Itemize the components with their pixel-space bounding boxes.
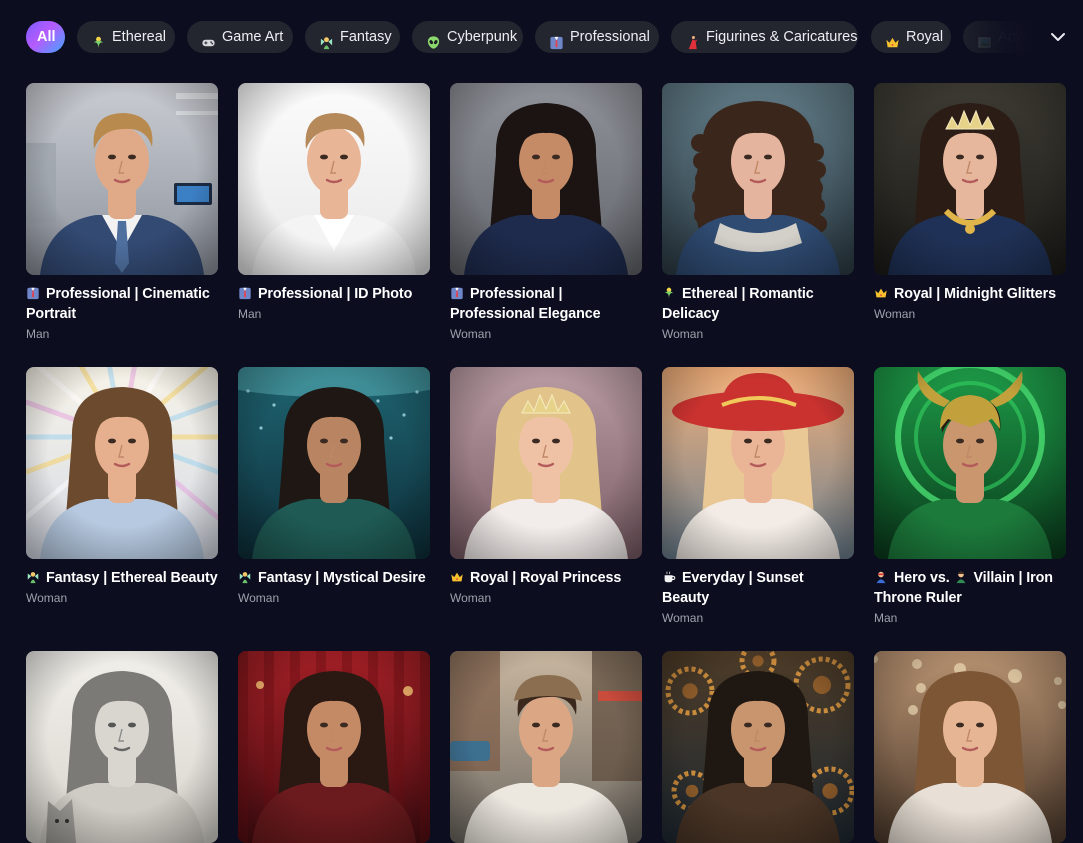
style-card-title[interactable]: Ethereal | Romantic Delicacy — [662, 284, 854, 324]
style-card-subtitle: Man — [26, 327, 50, 341]
fairy-icon — [319, 30, 334, 49]
style-card[interactable]: Fantasy | Ethereal Beauty Woman — [26, 367, 218, 605]
style-thumbnail[interactable] — [450, 651, 642, 843]
style-card[interactable]: Professional | Cinematic Portrait Man — [26, 83, 218, 341]
style-card-title-text: Everyday | Sunset Beauty — [662, 570, 804, 606]
style-card-title[interactable]: Fantasy | Mystical Desire — [238, 568, 430, 588]
style-card[interactable]: Professional | Professional Elegance Woma… — [450, 83, 642, 341]
style-card-subtitle: Woman — [662, 611, 704, 625]
style-thumbnail[interactable] — [662, 651, 854, 843]
style-card[interactable] — [662, 651, 854, 843]
style-thumbnail[interactable] — [26, 651, 218, 843]
villain-icon — [954, 570, 968, 584]
style-card[interactable]: Royal | Midnight Glitters Woman — [874, 83, 1066, 321]
ethereal-icon — [91, 30, 106, 49]
style-card-title-text: Professional | Cinematic Portrait — [26, 286, 210, 322]
style-card[interactable]: Professional | ID Photo Man — [238, 83, 430, 321]
style-card-title-text: Professional | Professional Elegance — [450, 286, 601, 322]
filter-chip-label: Professional — [570, 29, 650, 45]
style-card[interactable]: Fantasy | Mystical Desire Woman — [238, 367, 430, 605]
style-card-title[interactable]: Professional | Cinematic Portrait — [26, 284, 218, 324]
category-filter-bar: All Ethereal Game Art Fantasy Cyberpunk Profe… — [26, 21, 1076, 53]
dancer-icon — [685, 30, 700, 49]
title-part-hero: Hero vs. — [894, 570, 954, 586]
style-card-title[interactable]: Hero vs. Villain | Iron Throne Ruler — [874, 568, 1066, 608]
filter-chip-label: Figurines & Caricatures — [706, 29, 858, 45]
filter-chip-all[interactable]: All — [26, 21, 65, 53]
style-card-title[interactable]: Royal | Royal Princess — [450, 568, 642, 588]
style-thumbnail[interactable] — [874, 367, 1066, 559]
style-card[interactable] — [874, 651, 1066, 843]
style-card-title[interactable]: Professional | ID Photo — [238, 284, 430, 304]
style-thumbnail[interactable] — [238, 83, 430, 275]
crown-icon — [450, 570, 464, 584]
filter-chip-label: Royal — [906, 29, 944, 45]
style-card-title-text: Ethereal | Romantic Delicacy — [662, 286, 814, 322]
crown-icon — [885, 30, 900, 47]
style-card-subtitle: Man — [238, 307, 262, 321]
filter-chip-label: Cyberpunk — [447, 29, 518, 45]
filter-chip-professional[interactable]: Professional — [535, 21, 659, 53]
style-card-subtitle: Woman — [450, 591, 492, 605]
gamepad-icon — [201, 30, 216, 46]
style-card-subtitle: Man — [874, 611, 898, 625]
hero-icon — [874, 570, 888, 584]
style-card[interactable]: Royal | Royal Princess Woman — [450, 367, 642, 605]
filter-chip-royal[interactable]: Royal — [871, 21, 951, 53]
coffee-icon — [662, 570, 676, 584]
filter-chip-label: Fantasy — [340, 29, 392, 45]
style-thumbnail[interactable] — [238, 367, 430, 559]
suit-icon — [450, 286, 464, 300]
crown-icon — [874, 286, 888, 300]
style-thumbnail[interactable] — [238, 651, 430, 843]
filter-chip-game-art[interactable]: Game Art — [187, 21, 293, 53]
style-card[interactable] — [238, 651, 430, 843]
style-thumbnail[interactable] — [450, 367, 642, 559]
style-card[interactable] — [450, 651, 642, 843]
filter-chip-label: Ethereal — [112, 29, 167, 45]
style-card-subtitle: Woman — [238, 591, 280, 605]
style-card-title[interactable]: Royal | Midnight Glitters — [874, 284, 1066, 304]
filter-chip-fantasy[interactable]: Fantasy — [305, 21, 400, 53]
style-card-subtitle: Woman — [26, 591, 68, 605]
fairy-icon — [26, 570, 40, 584]
style-card[interactable]: Hero vs. Villain | Iron Throne Ruler Man — [874, 367, 1066, 625]
style-card[interactable]: Everyday | Sunset Beauty Woman — [662, 367, 854, 625]
filter-chip-label: All — [37, 29, 56, 45]
suit-icon — [238, 286, 252, 300]
ethereal-icon — [662, 286, 676, 300]
suit-icon — [549, 30, 564, 49]
filter-chip-figurines-caricatures[interactable]: Figurines & Caricatures — [671, 21, 858, 53]
filter-chip-cyberpunk[interactable]: Cyberpunk — [412, 21, 523, 53]
filter-chip-label: Game Art — [222, 29, 284, 45]
style-card-subtitle: Woman — [874, 307, 916, 321]
style-thumbnail[interactable] — [662, 83, 854, 275]
style-thumbnail[interactable] — [874, 83, 1066, 275]
style-card-title-text: Fantasy | Ethereal Beauty — [46, 570, 218, 586]
style-card-title-text: Professional | ID Photo — [258, 286, 413, 302]
style-card[interactable]: Ethereal | Romantic Delicacy Woman — [662, 83, 854, 341]
chevron-down-icon[interactable] — [1046, 25, 1070, 49]
style-card-title[interactable]: Professional | Professional Elegance — [450, 284, 642, 324]
style-card-title[interactable]: Fantasy | Ethereal Beauty — [26, 568, 218, 588]
style-card-title[interactable]: Everyday | Sunset Beauty — [662, 568, 854, 608]
style-card-title-text: Royal | Midnight Glitters — [894, 286, 1056, 302]
style-card[interactable] — [26, 651, 218, 843]
fairy-icon — [238, 570, 252, 584]
alien-icon — [426, 30, 441, 49]
suit-icon — [26, 286, 40, 300]
style-card-title-text: Royal | Royal Princess — [470, 570, 622, 586]
filter-chip-ethereal[interactable]: Ethereal — [77, 21, 175, 53]
style-thumbnail[interactable] — [874, 651, 1066, 843]
style-card-title-text: Fantasy | Mystical Desire — [258, 570, 426, 586]
style-card-subtitle: Woman — [450, 327, 492, 341]
style-thumbnail[interactable] — [26, 367, 218, 559]
style-thumbnail[interactable] — [26, 83, 218, 275]
style-thumbnail[interactable] — [450, 83, 642, 275]
style-card-subtitle: Woman — [662, 327, 704, 341]
style-thumbnail[interactable] — [662, 367, 854, 559]
